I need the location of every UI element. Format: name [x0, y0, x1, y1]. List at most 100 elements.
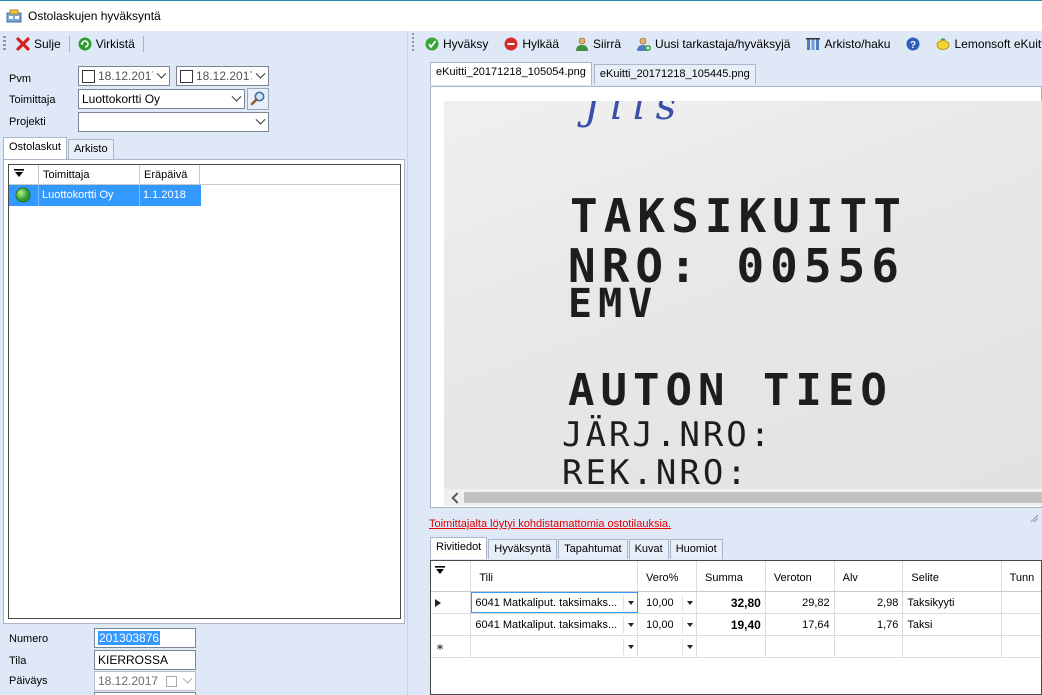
chevron-down-icon[interactable]	[252, 67, 268, 85]
warning-link[interactable]: Toimittajalta löytyi kohdistamattomia os…	[429, 518, 671, 530]
tunn-cell[interactable]	[1002, 614, 1041, 635]
column-header-toimittaja[interactable]: Toimittaja	[39, 165, 140, 184]
refresh-button[interactable]: Virkistä	[74, 33, 139, 55]
selite-cell[interactable]: Taksikyyti	[903, 592, 1002, 613]
vero-cell[interactable]: 10,00	[638, 592, 698, 613]
refresh-label: Virkistä	[95, 36, 135, 51]
row-due-date: 1.1.2018	[143, 189, 186, 201]
tab-kuvat[interactable]: Kuvat	[628, 539, 669, 559]
image-tabs: eKuitti_20171218_105054.png eKuitti_2017…	[430, 62, 758, 85]
column-header-summa[interactable]: Summa	[697, 561, 766, 591]
tila-field[interactable]: KIERROSSA	[94, 650, 196, 670]
paivays-label: Päiväys	[9, 675, 48, 687]
receipt-line: JÄRJ.NRO:	[562, 415, 774, 455]
supplier-search-button[interactable]	[247, 88, 269, 110]
pane-splitter[interactable]	[407, 31, 418, 695]
tili-cell[interactable]: 6041 Matkaliput. taksimaks...	[471, 592, 639, 613]
approve-button[interactable]: Hyväksy	[421, 33, 492, 55]
tab-rivitiedot[interactable]: Rivitiedot	[430, 537, 488, 559]
dropdown-arrow-icon[interactable]	[682, 594, 696, 611]
vero-cell[interactable]	[638, 636, 698, 657]
veroton-cell[interactable]	[766, 636, 835, 657]
dropdown-arrow-icon[interactable]	[682, 638, 696, 655]
lemonsoft-ekuitti-button[interactable]: Lemonsoft eKuitti	[932, 33, 1042, 55]
row-indicator	[431, 614, 472, 635]
tunn-cell[interactable]	[1002, 592, 1041, 613]
date-to-checkbox[interactable]	[180, 69, 193, 83]
table-row[interactable]: 6041 Matkaliput. taksimaks... 10,00 32,8…	[431, 592, 1041, 614]
archive-button[interactable]: Arkisto/haku	[802, 33, 894, 55]
rows-grid[interactable]: Tili Vero% Summa Veroton Alv Selite Tunn…	[430, 560, 1042, 695]
selite-cell[interactable]	[903, 636, 1002, 657]
project-label: Projekti	[9, 116, 46, 128]
resize-grip[interactable]	[1029, 512, 1039, 523]
column-header-veroton[interactable]: Veroton	[766, 561, 835, 591]
summa-cell[interactable]: 19,40	[697, 614, 766, 635]
toolbar-separator	[142, 35, 144, 52]
column-header-tunn[interactable]: Tunn	[1002, 561, 1041, 591]
chevron-down-icon[interactable]	[228, 90, 244, 108]
alv-cell[interactable]: 2,98	[835, 592, 904, 613]
column-header-vero[interactable]: Vero%	[638, 561, 698, 591]
summa-cell[interactable]	[697, 636, 766, 657]
tili-cell[interactable]	[471, 636, 639, 657]
date-to-picker[interactable]: 18.12.2017	[176, 66, 269, 86]
toolbar-grip[interactable]	[3, 35, 6, 52]
column-chooser[interactable]	[431, 561, 472, 591]
new-row[interactable]	[431, 636, 1041, 658]
supplier-value: Luottokortti Oy	[82, 92, 161, 106]
receipt-line: TAKSIKUITT	[570, 189, 907, 243]
reject-button[interactable]: Hylkää	[500, 33, 563, 55]
vero-cell[interactable]: 10,00	[638, 614, 698, 635]
tab-image-1[interactable]: eKuitti_20171218_105054.png	[430, 62, 592, 85]
tab-image-2[interactable]: eKuitti_20171218_105445.png	[593, 64, 756, 84]
left-pane: Sulje Virkistä Pvm 18.12.2017 18.12.2017…	[0, 31, 407, 695]
column-header-tili[interactable]: Tili	[471, 561, 639, 591]
selite-cell[interactable]: Taksi	[903, 614, 1002, 635]
pvm-label: Pvm	[9, 73, 31, 85]
tili-cell[interactable]: 6041 Matkaliput. taksimaks...	[471, 614, 639, 635]
project-combo[interactable]	[78, 112, 269, 132]
horizontal-scrollbar[interactable]	[444, 489, 1042, 506]
dropdown-arrow-icon[interactable]	[682, 616, 696, 633]
column-header-alv[interactable]: Alv	[835, 561, 904, 591]
tab-tapahtumat[interactable]: Tapahtumat	[558, 539, 628, 559]
veroton-cell[interactable]: 29,82	[766, 592, 835, 613]
table-row[interactable]: 6041 Matkaliput. taksimaks... 10,00 19,4…	[431, 614, 1041, 636]
move-button[interactable]: Siirrä	[571, 33, 625, 55]
tab-arkisto[interactable]: Arkisto	[67, 139, 114, 159]
scroll-left-icon[interactable]	[451, 491, 463, 504]
invoice-list[interactable]: Toimittaja Eräpäivä Luottokortti Oy 1.1.…	[8, 164, 401, 619]
scroll-thumb[interactable]	[464, 492, 1042, 503]
chevron-down-icon[interactable]	[252, 113, 268, 131]
dropdown-arrow-icon[interactable]	[623, 616, 637, 633]
paivays-value: 18.12.2017	[98, 674, 159, 688]
row-indicator	[431, 592, 472, 613]
image-viewer: Jils TAKSIKUITT NRO: 00556 EMV AUTON TIE…	[430, 86, 1042, 508]
column-chooser[interactable]	[9, 165, 39, 184]
add-user-icon	[637, 37, 652, 51]
summa-cell[interactable]: 32,80	[697, 592, 766, 613]
new-approver-button[interactable]: Uusi tarkastaja/hyväksyjä	[633, 33, 794, 55]
tunn-cell[interactable]	[1002, 636, 1041, 657]
table-row[interactable]: Luottokortti Oy 1.1.2018	[9, 185, 201, 206]
veroton-cell[interactable]: 17,64	[766, 614, 835, 635]
column-header-erapaiva[interactable]: Eräpäivä	[140, 165, 200, 184]
date-from-checkbox[interactable]	[82, 69, 95, 83]
dropdown-arrow-icon[interactable]	[623, 594, 637, 611]
date-from-picker[interactable]: 18.12.2017	[78, 66, 170, 86]
supplier-combo[interactable]: Luottokortti Oy	[78, 89, 245, 109]
column-header-selite[interactable]: Selite	[903, 561, 1002, 591]
alv-cell[interactable]	[835, 636, 904, 657]
tab-hyvaksynta[interactable]: Hyväksyntä	[488, 539, 558, 559]
tab-ostolaskut[interactable]: Ostolaskut	[3, 137, 67, 159]
close-button[interactable]: Sulje	[12, 33, 65, 55]
row-supplier: Luottokortti Oy	[39, 185, 140, 206]
chevron-down-icon[interactable]	[153, 67, 169, 85]
help-button[interactable]: ?	[902, 33, 924, 55]
tab-huomiot[interactable]: Huomiot	[669, 539, 723, 559]
left-tabs: Ostolaskut Arkisto	[3, 137, 115, 159]
dropdown-arrow-icon[interactable]	[623, 638, 637, 655]
numero-field[interactable]: 201303876	[94, 628, 196, 648]
alv-cell[interactable]: 1,76	[835, 614, 904, 635]
